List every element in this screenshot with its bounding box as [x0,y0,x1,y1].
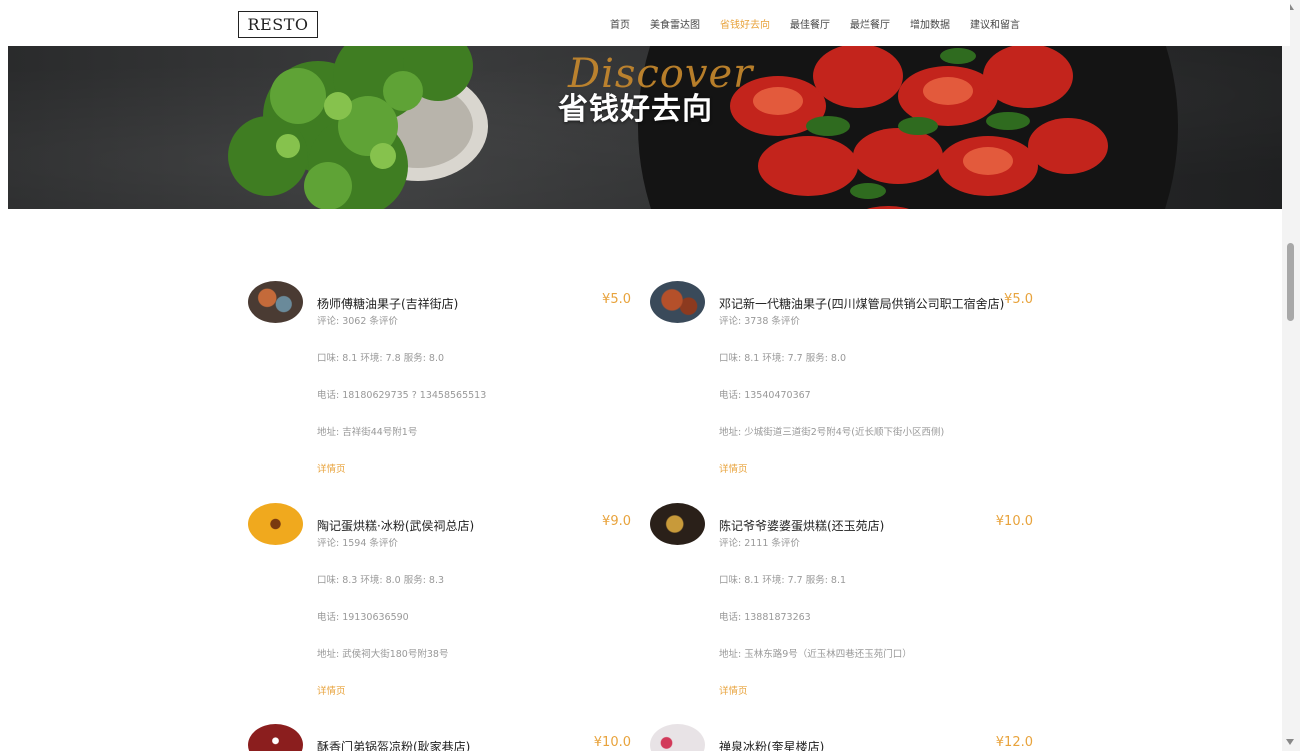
detail-link[interactable]: 详情页 [317,683,346,697]
scroll-down-arrow-icon[interactable] [1286,739,1294,745]
restaurant-card: 陶记蛋烘糕·冰粉(武侯祠总店) ¥9.0 评论: 1594 条评价 口味: 8.… [248,503,638,718]
nav-item-worst[interactable]: 最烂餐厅 [850,16,890,31]
restaurant-price: ¥12.0 [995,735,1033,750]
restaurant-price: ¥5.0 [1004,292,1033,307]
restaurant-reviews: 评论: 3738 条评价 [719,316,800,327]
restaurant-thumbnail[interactable] [650,724,705,751]
restaurant-card: 陈记爷爷婆婆蛋烘糕(还玉苑店) ¥10.0 评论: 2111 条评价 口味: 8… [650,503,1040,718]
restaurant-name: 杨师傅糖油果子(吉祥街店) [317,297,459,311]
scroll-thumb[interactable] [1287,243,1294,321]
nav-item-feedback[interactable]: 建议和留言 [970,16,1020,31]
detail-link[interactable]: 详情页 [317,461,346,475]
nav-item-add-data[interactable]: 增加数据 [910,16,950,31]
nav-item-budget[interactable]: 省钱好去向 [720,16,770,31]
brand-logo[interactable]: RESTO [238,11,318,38]
restaurant-phone: 电话: 19130636590 [317,612,409,623]
restaurant-name: 禅泉冰粉(奎星楼店) [719,740,825,751]
detail-link[interactable]: 详情页 [719,461,748,475]
restaurant-scores: 口味: 8.1 环境: 7.8 服务: 8.0 [317,353,445,364]
hero-banner: Discover 省钱好去向 [8,46,1282,209]
restaurant-reviews: 评论: 2111 条评价 [719,538,800,549]
restaurant-thumbnail[interactable] [248,503,303,545]
nav-item-home[interactable]: 首页 [610,16,630,31]
restaurant-name: 陈记爷爷婆婆蛋烘糕(还玉苑店) [719,519,885,533]
nav-item-radar[interactable]: 美食雷达图 [650,16,700,31]
restaurant-reviews: 评论: 3062 条评价 [317,316,398,327]
restaurant-price: ¥10.0 [995,514,1033,529]
restaurant-address: 地址: 玉林东路9号（近玉林四巷还玉苑门口） [719,649,912,660]
restaurant-phone: 电话: 13540470367 [719,390,811,401]
restaurant-card: 杨师傅糖油果子(吉祥街店) ¥5.0 评论: 3062 条评价 口味: 8.1 … [248,281,638,496]
restaurant-thumbnail[interactable] [248,724,303,751]
detail-link[interactable]: 详情页 [719,683,748,697]
main-nav: 首页 美食雷达图 省钱好去向 最佳餐厅 最烂餐厅 增加数据 建议和留言 [600,0,1030,46]
restaurant-scores: 口味: 8.1 环境: 7.7 服务: 8.0 [719,353,847,364]
restaurant-name: 酥香门弟锅盔凉粉(耿家巷店) [317,740,471,751]
hero-title: 省钱好去向 [558,92,713,127]
restaurant-thumbnail[interactable] [650,503,705,545]
restaurant-phone: 电话: 18180629735 ? 13458565513 [317,390,487,401]
restaurant-name: 邓记新一代糖油果子(四川煤管局供销公司职工宿舍店) [719,297,1005,311]
restaurant-address: 地址: 武侯祠大街180号附38号 [317,649,449,660]
restaurant-phone: 电话: 13881873263 [719,612,811,623]
restaurant-scores: 口味: 8.3 环境: 8.0 服务: 8.3 [317,575,445,586]
restaurant-thumbnail[interactable] [248,281,303,323]
page-scrollbar[interactable] [1282,0,1300,751]
restaurant-price: ¥10.0 [593,735,631,750]
restaurant-card: 禅泉冰粉(奎星楼店) ¥12.0 [650,724,1040,751]
restaurant-name: 陶记蛋烘糕·冰粉(武侯祠总店) [317,519,475,533]
restaurant-address: 地址: 少城街道三道街2号附4号(近长顺下街小区西侧) [719,427,945,438]
restaurant-card: 邓记新一代糖油果子(四川煤管局供销公司职工宿舍店) ¥5.0 评论: 3738 … [650,281,1040,496]
restaurant-scores: 口味: 8.1 环境: 7.7 服务: 8.1 [719,575,847,586]
restaurant-price: ¥5.0 [602,292,631,307]
top-navbar: RESTO 首页 美食雷达图 省钱好去向 最佳餐厅 最烂餐厅 增加数据 建议和留… [0,0,1290,46]
restaurant-price: ¥9.0 [602,514,631,529]
restaurant-card: 酥香门弟锅盔凉粉(耿家巷店) ¥10.0 [248,724,638,751]
restaurant-thumbnail[interactable] [650,281,705,323]
restaurant-reviews: 评论: 1594 条评价 [317,538,398,549]
nav-item-best[interactable]: 最佳餐厅 [790,16,830,31]
restaurant-address: 地址: 吉祥街44号附1号 [317,427,418,438]
herbs-image [228,46,488,209]
